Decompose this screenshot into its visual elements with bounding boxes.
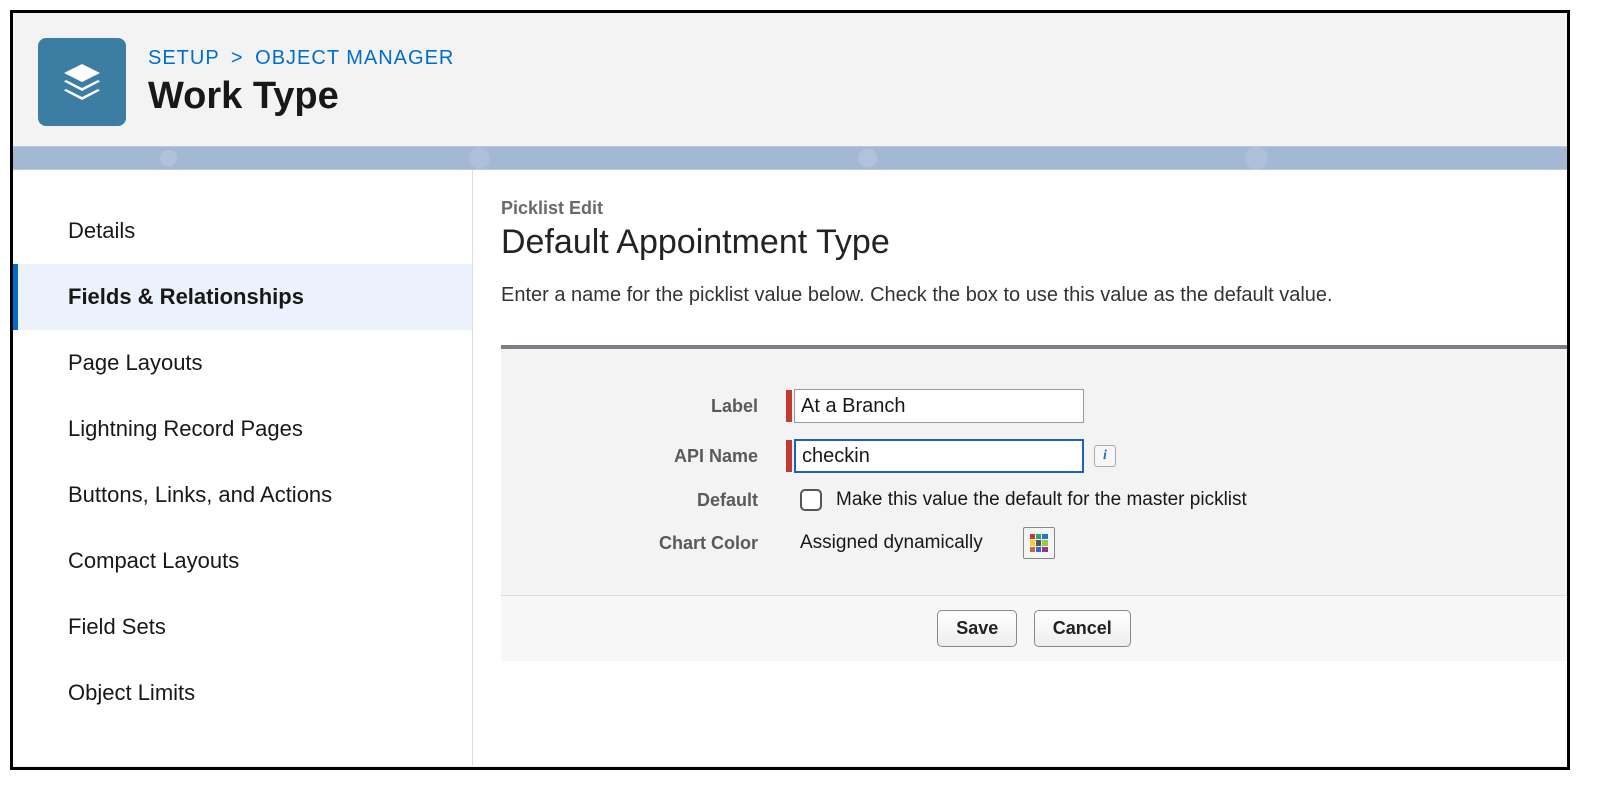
info-icon[interactable]: i [1094, 445, 1116, 467]
chart-color-field-label: Chart Color [541, 533, 786, 554]
save-button[interactable]: Save [937, 610, 1017, 647]
breadcrumb-object-manager[interactable]: OBJECT MANAGER [255, 47, 454, 69]
content-title: Default Appointment Type [501, 223, 1567, 262]
api-name-field-label: API Name [541, 446, 786, 467]
color-swatch-icon [1030, 534, 1048, 552]
content-eyebrow: Picklist Edit [501, 198, 1567, 219]
chart-color-value: Assigned dynamically [800, 532, 983, 554]
main-content: Picklist Edit Default Appointment Type E… [473, 170, 1567, 766]
form-card: Label API Name i Default Make this value… [501, 345, 1567, 661]
row-chart-color: Chart Color Assigned dynamically [541, 527, 1527, 559]
label-input[interactable] [794, 389, 1084, 423]
page-header: SETUP > OBJECT MANAGER Work Type [13, 13, 1567, 146]
sidebar-item-buttons-links-actions[interactable]: Buttons, Links, and Actions [13, 462, 472, 528]
label-field-label: Label [541, 396, 786, 417]
row-label: Label [541, 389, 1527, 423]
api-name-input[interactable] [794, 439, 1084, 473]
sidebar-item-compact-layouts[interactable]: Compact Layouts [13, 528, 472, 594]
required-indicator [786, 440, 792, 472]
layers-icon [38, 38, 126, 126]
row-api-name: API Name i [541, 439, 1527, 473]
default-field-label: Default [541, 490, 786, 511]
page-title: Work Type [148, 75, 454, 118]
decorative-band [13, 146, 1567, 170]
breadcrumb-separator: > [231, 47, 244, 69]
breadcrumb-setup[interactable]: SETUP [148, 47, 219, 69]
cancel-button[interactable]: Cancel [1034, 610, 1131, 647]
sidebar-item-fields-relationships[interactable]: Fields & Relationships [13, 264, 472, 330]
content-description: Enter a name for the picklist value belo… [501, 284, 1567, 307]
breadcrumb: SETUP > OBJECT MANAGER [148, 47, 454, 70]
sidebar-item-lightning-record-pages[interactable]: Lightning Record Pages [13, 396, 472, 462]
sidebar-item-page-layouts[interactable]: Page Layouts [13, 330, 472, 396]
row-default: Default Make this value the default for … [541, 489, 1527, 511]
sidebar-item-details[interactable]: Details [13, 198, 472, 264]
default-checkbox-label: Make this value the default for the mast… [836, 489, 1247, 511]
sidebar-item-field-sets[interactable]: Field Sets [13, 594, 472, 660]
color-picker-button[interactable] [1023, 527, 1055, 559]
sidebar-item-object-limits[interactable]: Object Limits [13, 660, 472, 726]
button-row: Save Cancel [501, 595, 1567, 661]
default-checkbox[interactable] [800, 489, 822, 511]
required-indicator [786, 390, 792, 422]
sidebar: Details Fields & Relationships Page Layo… [13, 170, 473, 766]
